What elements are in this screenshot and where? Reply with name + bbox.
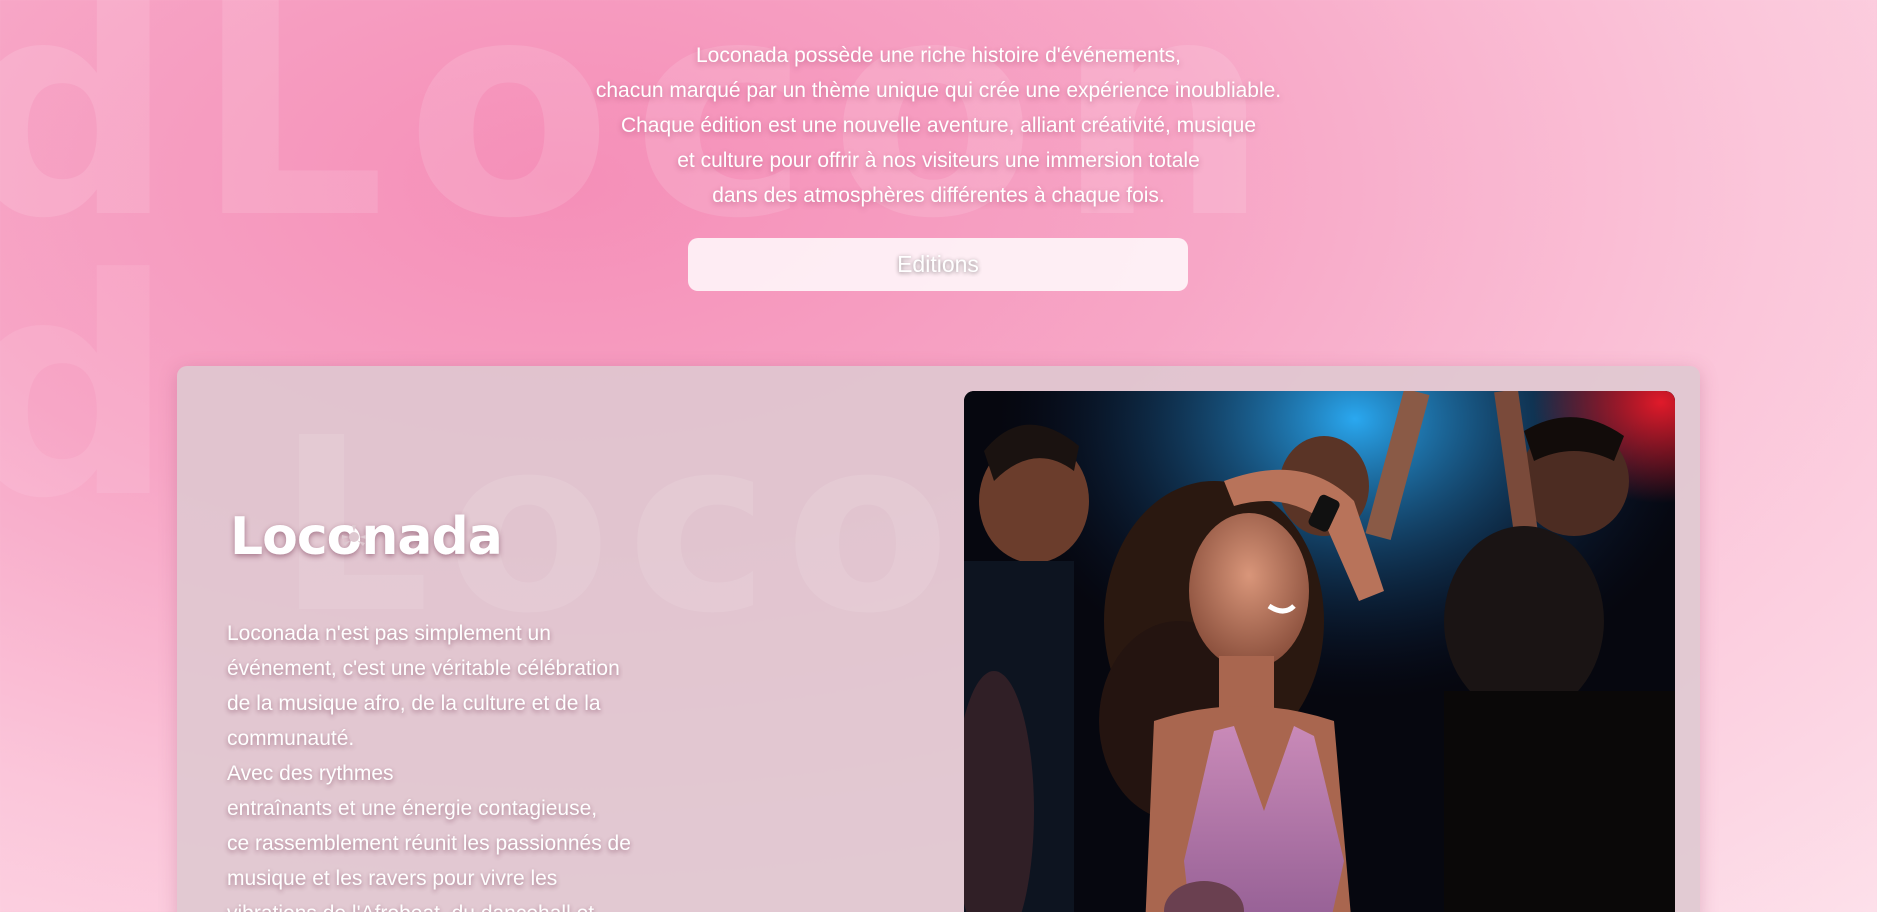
about-card: Loconada Loconada Loconada n'est pas sim… xyxy=(177,366,1700,912)
about-line: Loconada n'est pas simplement un xyxy=(227,622,551,645)
party-crowd-photo xyxy=(964,391,1675,912)
about-line: de la musique afro, de la culture et de … xyxy=(227,692,601,715)
about-line: communauté. xyxy=(227,727,355,750)
intro-section: Loconada possède une riche histoire d'év… xyxy=(0,38,1877,213)
about-line: ce rassemblement réunit les passionnés d… xyxy=(227,832,631,855)
about-line: Avec des rythmes xyxy=(227,762,394,785)
intro-line: et culture pour offrir à nos visiteurs u… xyxy=(677,149,1200,172)
intro-line: Chaque édition est une nouvelle aventure… xyxy=(620,114,1257,137)
loconada-logo: Loconada xyxy=(230,507,503,567)
photo-illustration xyxy=(964,391,1675,912)
intro-line: dans des atmosphères différentes à chaqu… xyxy=(712,184,1165,207)
intro-line: Loconada possède une riche histoire d'év… xyxy=(696,44,1181,67)
intro-line: chacun marqué par un thème unique qui cr… xyxy=(595,79,1282,102)
editions-button[interactable]: Editions xyxy=(688,238,1188,291)
about-line: entraînants et une énergie contagieuse, xyxy=(227,797,598,820)
about-line: vibrations de l'Afrobeat, du dancehall e… xyxy=(227,896,667,912)
about-text: Loconada n'est pas simplement un événeme… xyxy=(227,616,667,912)
about-line: musique et les ravers pour vivre les xyxy=(227,867,558,890)
about-line: événement, c'est une véritable célébrati… xyxy=(227,657,620,680)
